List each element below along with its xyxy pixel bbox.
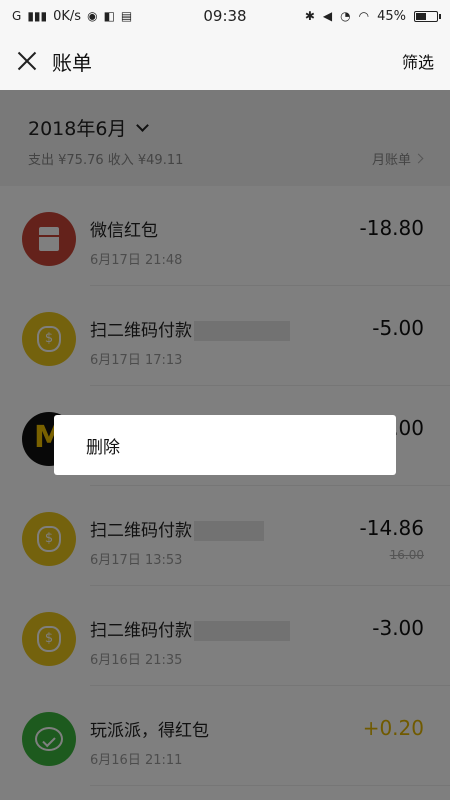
alarm-icon: ◔ bbox=[340, 9, 351, 23]
signal-bars-icon: ▮▮▮ bbox=[27, 9, 48, 23]
silent-icon: ◀ bbox=[322, 9, 333, 23]
clock: 09:38 bbox=[203, 7, 247, 25]
app-header: 账单 筛选 bbox=[0, 32, 450, 90]
notification-icon: ▤ bbox=[120, 9, 133, 23]
status-bar: G ▮▮▮ 0K/s ◉ ◧ ▤ 09:38 ✱ ◀ ◔ ◠ 45% bbox=[0, 0, 450, 32]
bluetooth-icon: ✱ bbox=[304, 9, 315, 23]
battery-percent: 45% bbox=[377, 8, 406, 24]
network-speed: 0K/s bbox=[53, 8, 82, 24]
screen: G ▮▮▮ 0K/s ◉ ◧ ▤ 09:38 ✱ ◀ ◔ ◠ 45% 账单 筛选… bbox=[0, 0, 450, 800]
weibo-icon: ◉ bbox=[87, 9, 98, 23]
signal-icon: G bbox=[12, 9, 22, 23]
mute-icon: ◧ bbox=[103, 9, 115, 23]
battery-icon bbox=[414, 10, 441, 22]
battery-fill bbox=[416, 12, 426, 20]
filter-button[interactable]: 筛选 bbox=[402, 49, 434, 73]
page-title: 账单 bbox=[52, 50, 92, 75]
delete-button[interactable]: 删除 bbox=[54, 415, 396, 475]
close-icon[interactable] bbox=[16, 50, 38, 72]
wifi-icon: ◠ bbox=[358, 9, 370, 23]
